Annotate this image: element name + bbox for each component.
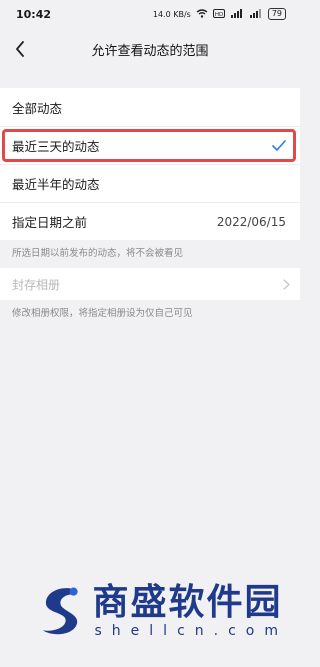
option-label: 最近半年的动态	[12, 177, 100, 192]
visibility-range-options: 全部动态 最近三天的动态 最近半年的动态 指定日期之前 2022/06/15	[0, 88, 300, 240]
battery-icon: 79	[267, 8, 286, 20]
chevron-left-icon	[16, 41, 24, 57]
network-speed: 14.0 KB/s	[152, 9, 191, 19]
checkmark-icon	[272, 140, 286, 151]
archive-album-row[interactable]: 封存相册	[0, 268, 300, 300]
option-label: 全部动态	[12, 100, 63, 116]
signal-icon-2	[249, 8, 263, 20]
before-date-hint: 所选日期以前发布的动态，将不会被看见	[12, 248, 184, 259]
chevron-right-icon	[283, 278, 290, 290]
watermark: 商盛软件园 shellcn.com	[38, 576, 288, 646]
watermark-domain: shellcn.com	[94, 623, 288, 639]
wifi-icon	[196, 8, 208, 20]
status-time: 10:42	[16, 7, 52, 21]
option-before-date[interactable]: 指定日期之前 2022/06/15	[0, 202, 300, 240]
archive-album-label: 封存相册	[12, 277, 61, 292]
back-button[interactable]	[6, 34, 34, 64]
signal-icon	[230, 8, 244, 20]
nav-bar: 允许查看动态的范围	[0, 28, 300, 70]
date-value: 2022/06/15	[216, 214, 286, 229]
status-icons: 14.0 KB/s HD 79	[153, 8, 286, 20]
watermark-title: 商盛软件园	[92, 582, 283, 623]
archive-hint: 修改相册权限，将指定相册设为仅自己可见	[12, 308, 193, 319]
option-label: 最近三天的动态	[12, 139, 100, 154]
option-label: 指定日期之前	[12, 215, 88, 230]
option-all-moments[interactable]: 全部动态	[0, 88, 300, 126]
status-bar: 10:42 14.0 KB/s HD 79	[0, 0, 300, 28]
option-last-three-days[interactable]: 最近三天的动态	[0, 126, 300, 164]
page-title: 允许查看动态的范围	[91, 43, 209, 59]
hd-icon: HD	[212, 8, 225, 20]
watermark-logo-icon	[42, 587, 78, 635]
option-last-half-year[interactable]: 最近半年的动态	[0, 164, 300, 202]
svg-text:HD: HD	[215, 11, 223, 17]
